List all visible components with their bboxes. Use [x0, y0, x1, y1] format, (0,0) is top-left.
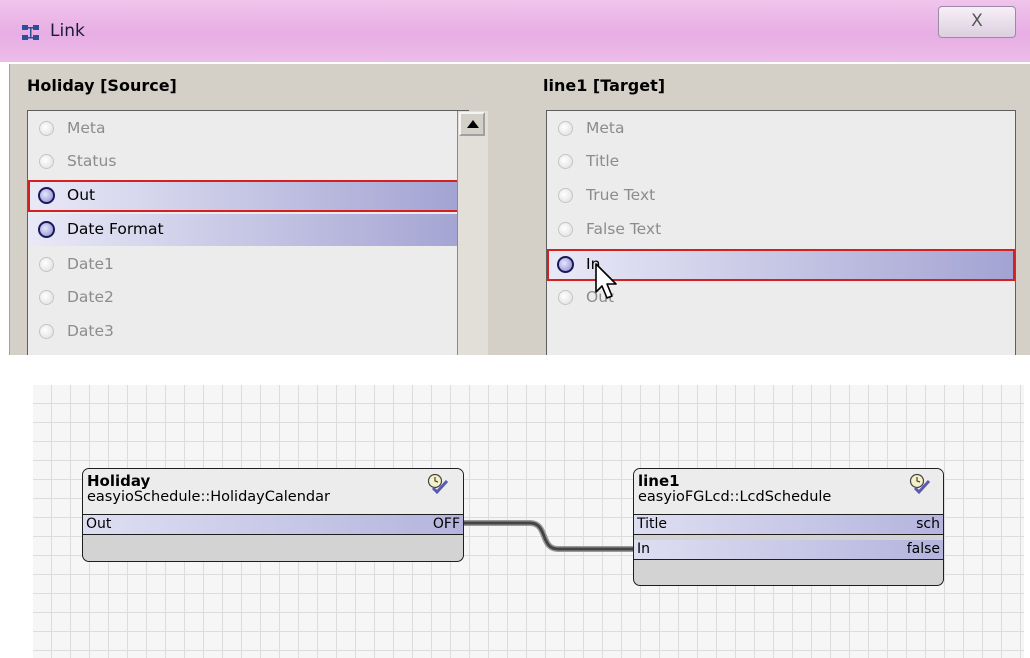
- slot-name: In: [637, 541, 651, 557]
- slot-row-title[interactable]: Title sch: [634, 515, 943, 535]
- block-header: line1 easyioFGLcd::LcdSchedule: [634, 469, 943, 515]
- line1-block[interactable]: line1 easyioFGLcd::LcdSchedule Title sch…: [633, 468, 944, 586]
- block-type: easyioFGLcd::LcdSchedule: [638, 489, 832, 505]
- slot-row-in[interactable]: In false: [634, 540, 943, 560]
- slot-value: sch: [916, 516, 940, 532]
- schedule-check-icon: [427, 473, 449, 495]
- holiday-block[interactable]: Holiday easyioSchedule::HolidayCalendar …: [82, 468, 464, 562]
- slot-name: Title: [637, 516, 668, 532]
- slot-value: OFF: [432, 516, 460, 532]
- slot-value: false: [906, 541, 940, 557]
- block-header: Holiday easyioSchedule::HolidayCalendar: [83, 469, 463, 515]
- slot-name: Out: [86, 516, 112, 532]
- block-type: easyioSchedule::HolidayCalendar: [87, 489, 330, 505]
- slot-row-out[interactable]: Out OFF: [83, 515, 463, 535]
- block-name: Holiday: [87, 472, 151, 490]
- block-name: line1: [638, 472, 680, 490]
- schedule-check-icon: [909, 473, 931, 495]
